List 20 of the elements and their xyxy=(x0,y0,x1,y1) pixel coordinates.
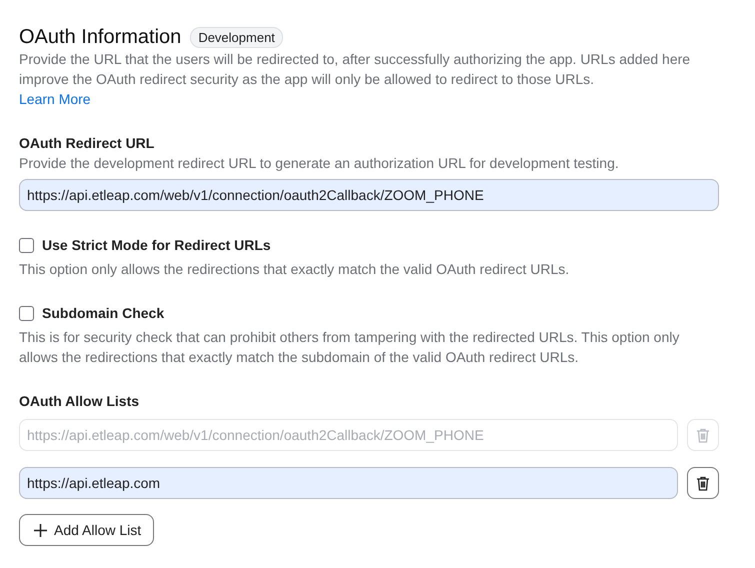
allow-list-field[interactable]: https://api.etleap.com xyxy=(19,467,678,499)
add-allow-list-button[interactable]: Add Allow List xyxy=(19,514,154,546)
option-label: Use Strict Mode for Redirect URLs xyxy=(42,237,271,253)
field-label: OAuth Allow Lists xyxy=(19,392,140,411)
environment-badge: Development xyxy=(190,27,283,48)
option-label: Subdomain Check xyxy=(42,305,164,321)
checkbox[interactable] xyxy=(19,306,34,320)
trash-icon xyxy=(696,428,710,442)
option-description: This is for security check that can prohibit others from tampering with the redirected URLs. This option only allows the redirections that exactly match the subdomain of the valid OAuth redirect URLs. xyxy=(19,328,680,367)
delete-button[interactable] xyxy=(687,467,719,499)
learn-more-link[interactable]: Learn More xyxy=(19,91,91,107)
checkbox[interactable] xyxy=(19,238,34,252)
redirect-url-field[interactable]: https://api.etleap.com/web/v1/connection/oauth2Callback/ZOOM_PHONE xyxy=(19,179,719,211)
plus-icon xyxy=(34,524,47,536)
section-description: Provide the URL that the users will be redirected to, after successfully authorizing the app. URLs added here improve the OAuth redirect security as the app will only be allowed to redirect to those URLs. xyxy=(19,50,692,89)
section-title: OAuth Information xyxy=(19,26,182,49)
option-description: This option only allows the redirections that exactly match the valid OAuth redirect URLs. xyxy=(19,260,570,279)
trash-icon xyxy=(696,476,710,490)
field-label: OAuth Redirect URL xyxy=(19,134,156,153)
field-description: Provide the development redirect URL to generate an authorization URL for development testing. xyxy=(19,154,620,173)
